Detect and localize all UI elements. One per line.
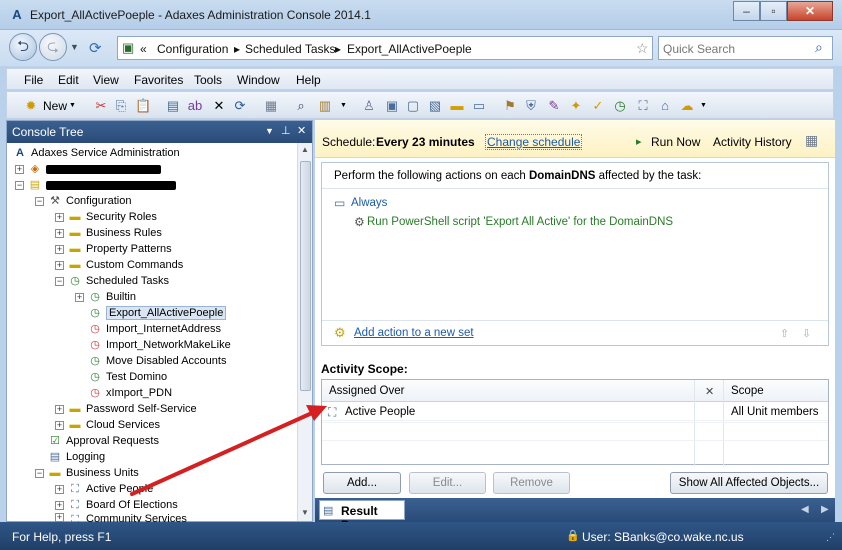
annotation-arrow-line [130, 411, 314, 496]
resize-grip-icon[interactable]: ⋰ [826, 532, 835, 543]
status-user-text: User: SBanks@co.wake.nc.us [582, 530, 744, 544]
status-bar: For Help, press F1 🔒 User: SBanks@co.wak… [0, 522, 842, 550]
status-help-text: For Help, press F1 [12, 530, 112, 544]
lock-icon: 🔒 [566, 530, 580, 542]
annotation-arrow [130, 405, 327, 496]
